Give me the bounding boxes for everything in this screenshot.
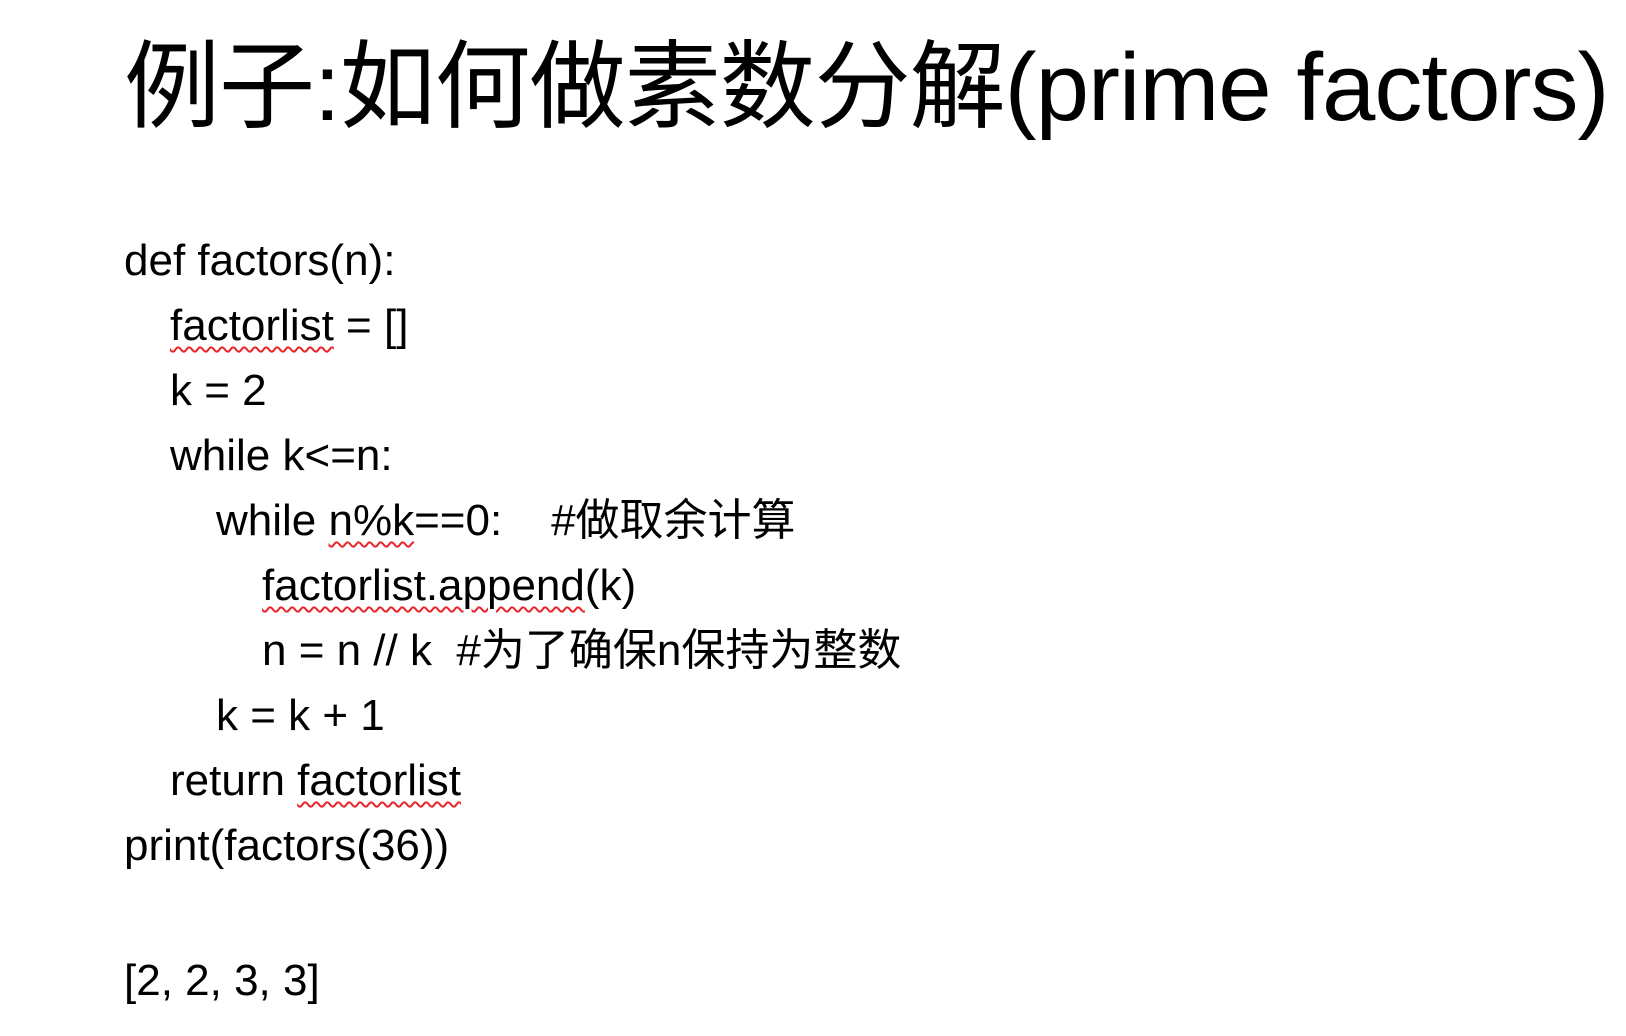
code-block: def factors(n): factorlist = [] k = 2 wh… bbox=[124, 228, 901, 878]
code-text: return bbox=[170, 756, 298, 805]
code-line-divide: n = n // k #为了确保n保持为整数 bbox=[124, 618, 901, 683]
code-text: def factors(n): bbox=[124, 236, 396, 285]
program-output: [2, 2, 3, 3] bbox=[124, 956, 320, 1005]
slide: 例子:如何做素数分解(prime factors) def factors(n)… bbox=[0, 0, 1626, 1036]
spellcheck-word: n%k bbox=[328, 496, 415, 545]
code-line-append: factorlist.append(k) bbox=[124, 553, 901, 618]
code-line-increment: k = k + 1 bbox=[124, 683, 901, 748]
code-text: ==0: #做取余计算 bbox=[414, 496, 796, 545]
spellcheck-word: factorlist.append bbox=[262, 561, 585, 610]
code-text: n = n // k #为了确保n保持为整数 bbox=[262, 626, 902, 675]
code-line-return: return factorlist bbox=[124, 748, 901, 813]
code-text: while bbox=[216, 496, 329, 545]
code-text: while k<=n: bbox=[170, 431, 393, 480]
code-text: = [] bbox=[333, 301, 409, 350]
code-text: k = 2 bbox=[170, 366, 267, 415]
spellcheck-word: factorlist bbox=[297, 756, 461, 805]
code-text: print(factors(36)) bbox=[124, 821, 450, 870]
code-line-factorlist-init: factorlist = [] bbox=[124, 293, 901, 358]
code-line-inner-while: while n%k==0: #做取余计算 bbox=[124, 488, 901, 553]
code-line-print: print(factors(36)) bbox=[124, 813, 901, 878]
spellcheck-word: factorlist bbox=[170, 301, 334, 350]
code-text: (k) bbox=[584, 561, 637, 610]
code-line-outer-while: while k<=n: bbox=[124, 423, 901, 488]
code-line-def: def factors(n): bbox=[124, 228, 901, 293]
slide-title: 例子:如何做素数分解(prime factors) bbox=[124, 34, 1609, 141]
code-text: k = k + 1 bbox=[216, 691, 385, 740]
code-line-k-init: k = 2 bbox=[124, 358, 901, 423]
